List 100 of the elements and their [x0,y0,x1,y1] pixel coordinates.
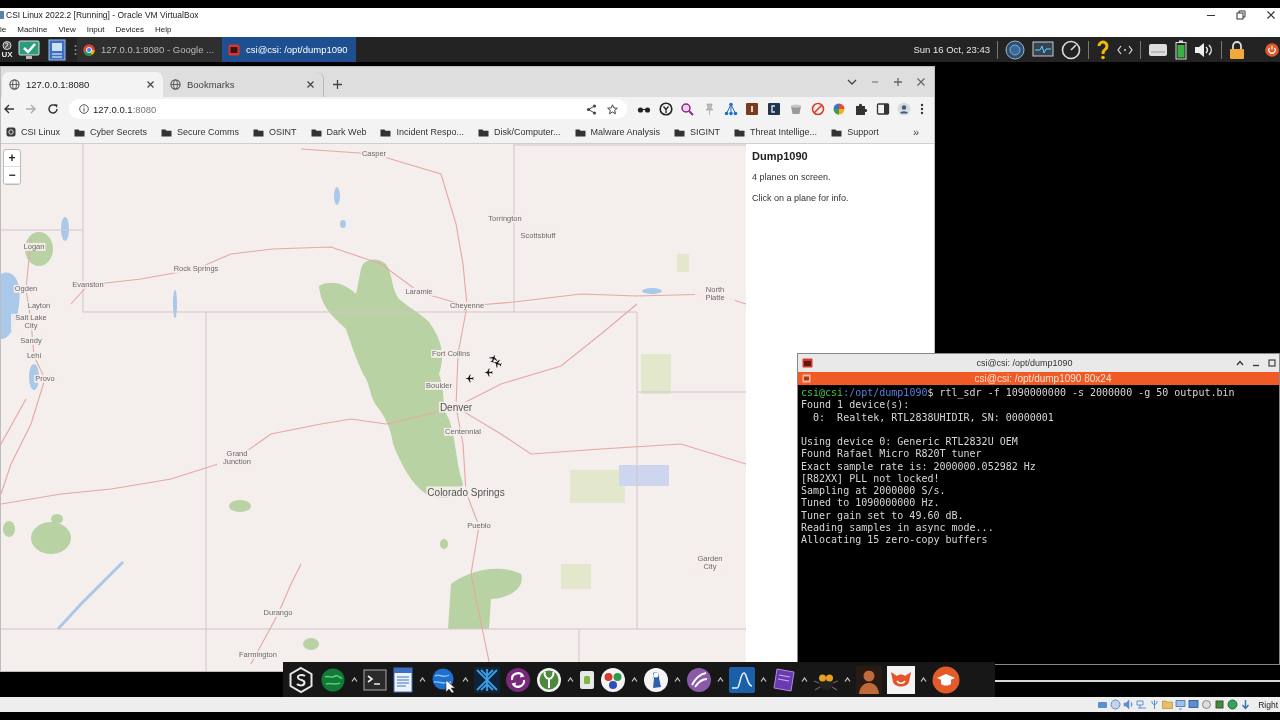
arrow-icon[interactable] [1240,699,1252,710]
info-icon [79,104,89,114]
puzzle-icon[interactable] [853,102,868,116]
bookmark[interactable]: Support [831,127,879,137]
bookmark[interactable]: Dark Web [310,127,367,137]
caret-up-icon[interactable] [1236,360,1244,366]
new-tab-icon[interactable] [332,79,343,90]
farmland-area [641,354,671,394]
concentric-circle-icon[interactable] [1005,39,1025,60]
menu-item[interactable]: Help [154,25,172,34]
caret-icon[interactable] [674,677,681,682]
menu-item[interactable]: View [58,25,76,34]
screen-icon[interactable] [1188,699,1200,710]
back-icon[interactable] [3,103,15,115]
terminal-icon [228,43,241,56]
bookmark[interactable]: Cyber Secrets [74,127,148,137]
task-button[interactable]: csi@csi: /opt/dump1090 [222,37,356,62]
power-icon[interactable] [1265,42,1279,57]
menu-item[interactable]: le [0,25,7,34]
caret-icon[interactable] [419,677,426,682]
plane-icon [493,359,502,368]
bookmark[interactable]: OSINT [253,127,297,137]
bookmark[interactable]: Secure Comms [161,127,240,137]
globe-icon [170,79,181,90]
task-button[interactable]: 127.0.0.1:8080 - Google ... [77,37,223,62]
plane-icon [489,354,498,363]
gauge-icon[interactable] [1061,39,1081,60]
bookmark[interactable]: SIGINT [674,127,721,137]
city-label: Denver [438,401,474,413]
browser-tab[interactable]: 127.0.0.1:8080 [2,72,163,97]
menu-item[interactable]: Input [86,25,105,34]
star-icon[interactable] [607,103,618,115]
zoom-in-button[interactable]: + [4,150,20,167]
farmland-area [570,470,625,503]
speaker-icon[interactable] [1194,41,1214,58]
caret-icon[interactable] [351,677,358,682]
caret-icon[interactable] [567,677,574,682]
folder-icon [380,127,392,137]
bucket-icon[interactable] [788,102,803,116]
bookmark[interactable]: Threat Intellige... [734,127,818,137]
person-icon [856,665,882,694]
dot-icon[interactable] [1227,699,1239,710]
square-icon[interactable] [1214,699,1226,710]
logo-icon[interactable] [2,40,12,50]
maximize-icon[interactable] [1268,359,1276,367]
folder-icon [161,127,173,137]
address-bar[interactable]: 127.0.0.1:8080 [69,99,627,119]
caret-icon[interactable] [801,677,808,682]
menu-item[interactable]: Machine [17,25,48,34]
profile-icon[interactable] [897,102,912,116]
restore-icon[interactable] [1236,10,1246,20]
caret-icon[interactable] [631,677,638,682]
tile-icon[interactable] [745,102,760,116]
monitor-wave-icon[interactable] [1032,40,1054,59]
terminal-icon [802,358,813,368]
document-icon[interactable] [46,38,68,61]
more-icon[interactable] [918,102,925,116]
reload-icon[interactable] [47,103,59,115]
close-icon[interactable] [1266,10,1276,20]
bookmark[interactable]: CSI Linux [6,127,61,137]
figure-circle-icon [643,666,669,693]
caret-icon[interactable] [717,677,724,682]
caret-icon[interactable] [844,677,851,682]
plane-icon [484,368,493,377]
drive-icon[interactable] [1148,41,1168,58]
quartered-circle-icon[interactable] [832,102,847,116]
window-title: csi@csi: /opt/dump1090 [975,358,1074,368]
caret-icon[interactable] [462,677,469,682]
chevron-down-icon[interactable] [847,77,857,86]
ring-icon[interactable] [658,102,673,116]
caret-icon[interactable] [920,677,927,682]
forest-area [440,539,448,549]
caret-icon[interactable] [760,677,767,682]
share-icon[interactable] [586,103,597,115]
handle-icon [74,43,77,56]
plane-icon [465,374,474,383]
menu-item[interactable]: Devices [115,25,144,34]
close-icon[interactable] [306,80,315,89]
usb-icon[interactable] [1149,699,1161,710]
monitor-icon[interactable] [1175,699,1187,710]
network-icon[interactable] [723,102,738,116]
bookmark[interactable]: Disk/Computer... [478,127,561,137]
hint-text: Click on a plane for info. [752,193,850,203]
battery-icon[interactable] [1175,39,1187,60]
lake [619,465,669,486]
globe-icon [320,666,346,693]
arrows-icon[interactable] [1117,44,1133,55]
monitor-check-icon[interactable] [18,39,40,60]
side-panel-icon[interactable] [875,102,890,116]
maximize-icon[interactable] [893,76,903,87]
question-icon[interactable] [1096,39,1110,60]
zoom-out-button[interactable]: − [4,167,20,184]
no-entry-icon[interactable] [810,102,825,116]
lock-icon[interactable] [1229,39,1245,60]
close-icon[interactable] [146,80,155,89]
bookmarks-overflow[interactable]: » [912,126,919,138]
magnifier-icon[interactable] [680,102,695,116]
tile-icon[interactable] [767,102,782,116]
bookmark[interactable]: Incident Respo... [380,127,464,137]
bookmark[interactable]: Malware Analysis [574,127,661,137]
